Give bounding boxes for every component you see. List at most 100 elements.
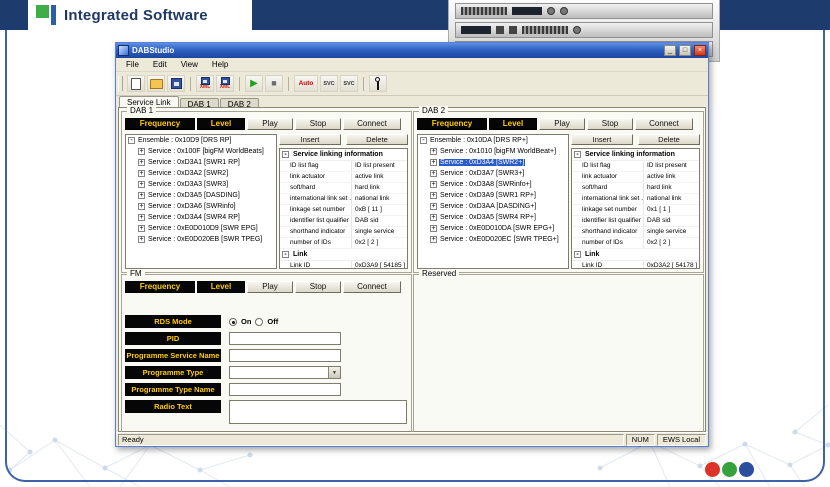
tree-expander-icon[interactable]: +: [430, 148, 437, 155]
fm-frequency-button[interactable]: Frequency: [125, 281, 195, 293]
programme-type-name-input[interactable]: [229, 383, 341, 396]
rds-on-radio[interactable]: [229, 318, 237, 326]
fm-level-button[interactable]: Level: [197, 281, 245, 293]
tree-item[interactable]: - Ensemble : 0x10D9 [DRS RP]: [126, 135, 276, 146]
radio-text-input[interactable]: [229, 400, 407, 424]
tree-expander-icon[interactable]: +: [430, 170, 437, 177]
tree-expander-icon[interactable]: +: [138, 159, 145, 166]
tree-expander-icon[interactable]: +: [138, 214, 145, 221]
collapse-icon[interactable]: -: [282, 151, 289, 158]
linking-info-row: number of IDs0x2 [ 2 ]: [572, 238, 699, 249]
dropdown-arrow-icon[interactable]: ▼: [328, 367, 340, 378]
tree-item[interactable]: - Ensemble : 0x10DA [DRS RP+]: [418, 135, 568, 146]
dab2-insert-button[interactable]: Insert: [571, 134, 633, 145]
save-xml-button[interactable]: XML: [196, 75, 214, 92]
pid-input[interactable]: [229, 332, 341, 345]
dab2-frequency-button[interactable]: Frequency: [417, 118, 487, 130]
rds-off-radio[interactable]: [255, 318, 263, 326]
dab1-insert-button[interactable]: Insert: [279, 134, 341, 145]
fm-stop-button[interactable]: Stop: [295, 281, 341, 293]
dab1-level-button[interactable]: Level: [197, 118, 245, 130]
display-panel: [461, 26, 491, 34]
dab1-service-tree[interactable]: - Ensemble : 0x10D9 [DRS RP] + Service :…: [125, 134, 277, 269]
tree-expander-icon[interactable]: +: [430, 214, 437, 221]
tree-item[interactable]: + Service : 0xD3A5 [DASDING]: [126, 190, 276, 201]
menu-file[interactable]: File: [119, 60, 146, 69]
tree-expander-icon[interactable]: -: [420, 137, 427, 144]
tree-item[interactable]: + Service : 0xD3AA [DASDING+]: [418, 201, 568, 212]
tree-expander-icon[interactable]: +: [430, 225, 437, 232]
tree-expander-icon[interactable]: +: [430, 192, 437, 199]
tree-expander-icon[interactable]: +: [138, 225, 145, 232]
collapse-icon[interactable]: -: [574, 151, 581, 158]
radio-text-row: Radio Text: [125, 400, 408, 424]
tree-expander-icon[interactable]: +: [138, 203, 145, 210]
tree-expander-icon[interactable]: +: [138, 181, 145, 188]
tree-expander-icon[interactable]: +: [138, 170, 145, 177]
tree-item[interactable]: + Service : 0xE0D020EB [SWR TPEG]: [126, 234, 276, 245]
dab2-level-button[interactable]: Level: [489, 118, 537, 130]
tree-item[interactable]: + Service : 0xE0D010DA [SWR EPG+]: [418, 223, 568, 234]
fm-play-button[interactable]: Play: [247, 281, 293, 293]
svc-button-2[interactable]: SVC: [340, 75, 358, 92]
new-file-button[interactable]: [127, 75, 145, 92]
open-file-button[interactable]: [147, 75, 165, 92]
tree-item[interactable]: + Service : 0xE0D020EC [SWR TPEG+]: [418, 234, 568, 245]
dab2-play-button[interactable]: Play: [539, 118, 585, 130]
toolbar-separator: [288, 77, 289, 91]
tree-expander-icon[interactable]: +: [138, 236, 145, 243]
tree-item[interactable]: + Service : 0xD3A5 [SWR4 RP+]: [418, 212, 568, 223]
dab1-frequency-button[interactable]: Frequency: [125, 118, 195, 130]
linking-info-row: shorthand indicatorsingle service: [280, 227, 407, 238]
tree-item[interactable]: + Service : 0xD3A8 [SWRinfo+]: [418, 179, 568, 190]
programme-service-name-input[interactable]: [229, 349, 341, 362]
tree-item[interactable]: + Service : 0x1010 [bigFM WorldBeat+]: [418, 146, 568, 157]
dab2-connect-button[interactable]: Connect: [635, 118, 693, 130]
dab2-delete-button[interactable]: Delete: [638, 134, 700, 145]
svc-button-1[interactable]: SVC: [320, 75, 338, 92]
tree-item[interactable]: + Service : 0xD3A2 [SWR2]: [126, 168, 276, 179]
tree-item[interactable]: + Service : 0xD3A7 [SWR3+]: [418, 168, 568, 179]
tree-expander-icon[interactable]: +: [430, 159, 437, 166]
collapse-icon[interactable]: -: [574, 251, 581, 258]
tree-expander-icon[interactable]: +: [430, 203, 437, 210]
tree-item[interactable]: + Service : 0x100F [bigFM WorldBeats]: [126, 146, 276, 157]
fm-connect-button[interactable]: Connect: [343, 281, 401, 293]
linking-info-row: link actuatoractive link: [572, 172, 699, 183]
dab1-stop-button[interactable]: Stop: [295, 118, 341, 130]
collapse-icon[interactable]: -: [282, 251, 289, 258]
dab1-play-button[interactable]: Play: [247, 118, 293, 130]
tuner-tool-button[interactable]: [369, 75, 387, 92]
load-xml-button[interactable]: XML: [216, 75, 234, 92]
tree-item[interactable]: + Service : 0xD3A3 [SWR3]: [126, 179, 276, 190]
window-titlebar[interactable]: DABStudio _ □ ×: [116, 43, 708, 58]
tree-expander-icon[interactable]: +: [430, 236, 437, 243]
status-message: Ready: [118, 434, 624, 446]
menu-edit[interactable]: Edit: [146, 60, 174, 69]
dab1-linking-panel: - Service linking information ID list fl…: [279, 148, 408, 269]
stop-toolbar-button[interactable]: ■: [265, 75, 283, 92]
tree-item[interactable]: + Service : 0xD3A1 [SWR1 RP]: [126, 157, 276, 168]
dab2-service-tree[interactable]: - Ensemble : 0x10DA [DRS RP+] + Service …: [417, 134, 569, 269]
auto-button[interactable]: Auto: [294, 75, 318, 92]
tree-expander-icon[interactable]: -: [128, 137, 135, 144]
play-toolbar-button[interactable]: ▶: [245, 75, 263, 92]
programme-type-select[interactable]: ▼: [229, 366, 341, 379]
tree-expander-icon[interactable]: +: [138, 148, 145, 155]
dab2-stop-button[interactable]: Stop: [587, 118, 633, 130]
tree-item[interactable]: + Service : 0xD3A4 [SWR2+]: [418, 157, 568, 168]
maximize-button[interactable]: □: [679, 45, 691, 56]
tree-item[interactable]: + Service : 0xD3A9 [SWR1 RP+]: [418, 190, 568, 201]
save-button[interactable]: [167, 75, 185, 92]
menu-help[interactable]: Help: [205, 60, 235, 69]
tree-expander-icon[interactable]: +: [430, 181, 437, 188]
menu-view[interactable]: View: [174, 60, 205, 69]
minimize-button[interactable]: _: [664, 45, 676, 56]
tree-item[interactable]: + Service : 0xD3A4 [SWR4 RP]: [126, 212, 276, 223]
dab1-delete-button[interactable]: Delete: [346, 134, 408, 145]
close-button[interactable]: ×: [694, 45, 706, 56]
tree-item[interactable]: + Service : 0xD3A6 [SWRinfo]: [126, 201, 276, 212]
tree-expander-icon[interactable]: +: [138, 192, 145, 199]
tree-item[interactable]: + Service : 0xE0D010D9 [SWR EPG]: [126, 223, 276, 234]
dab1-connect-button[interactable]: Connect: [343, 118, 401, 130]
